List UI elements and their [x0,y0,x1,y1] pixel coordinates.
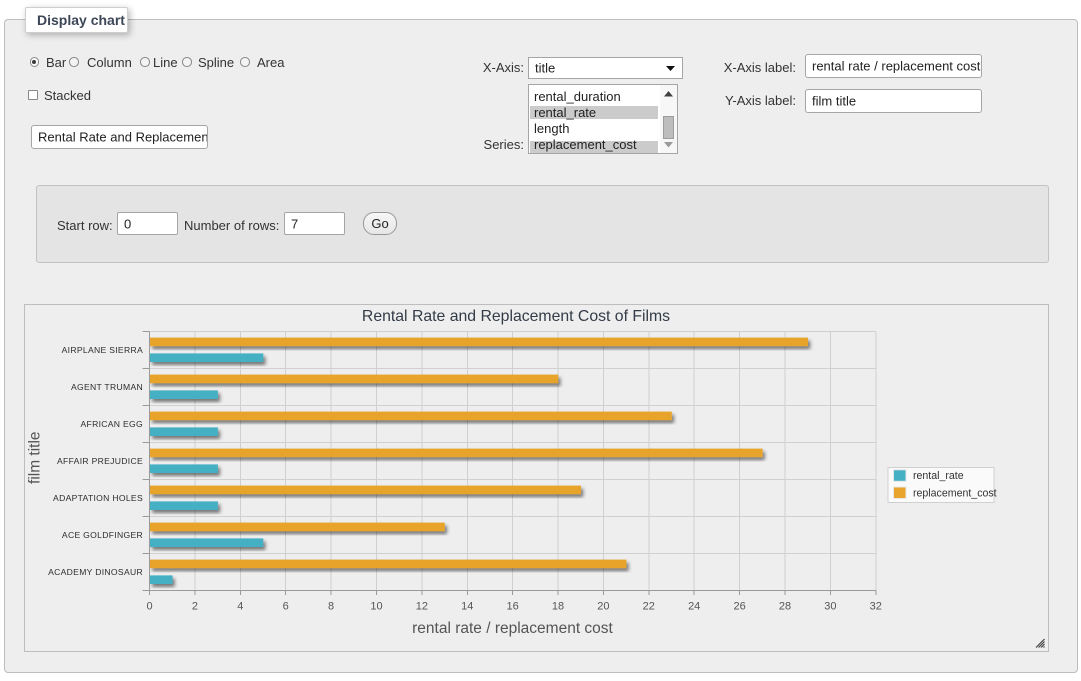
svg-text:ACADEMY DINOSAUR: ACADEMY DINOSAUR [48,567,143,577]
svg-text:AGENT TRUMAN: AGENT TRUMAN [71,382,143,392]
svg-text:ADAPTATION HOLES: ADAPTATION HOLES [53,493,143,503]
svg-text:AFFAIR PREJUDICE: AFFAIR PREJUDICE [57,456,143,466]
svg-text:ACE GOLDFINGER: ACE GOLDFINGER [62,530,143,540]
svg-text:rental rate / replacement cost: rental rate / replacement cost [412,620,613,637]
svg-text:12: 12 [416,600,428,612]
svg-text:AFRICAN EGG: AFRICAN EGG [80,419,143,429]
svg-text:18: 18 [552,600,564,612]
svg-text:32: 32 [870,600,882,612]
svg-text:rental_rate: rental_rate [913,470,964,482]
svg-text:8: 8 [328,600,334,612]
svg-text:2: 2 [192,600,198,612]
svg-text:30: 30 [824,600,836,612]
svg-text:4: 4 [237,600,243,612]
svg-text:10: 10 [370,600,382,612]
svg-text:26: 26 [733,600,745,612]
svg-text:replacement_cost: replacement_cost [913,487,997,499]
svg-text:14: 14 [461,600,473,612]
svg-text:film title: film title [27,431,44,484]
svg-text:AIRPLANE SIERRA: AIRPLANE SIERRA [62,345,143,355]
svg-text:20: 20 [597,600,609,612]
svg-text:6: 6 [283,600,289,612]
svg-text:22: 22 [643,600,655,612]
svg-text:Rental Rate and Replacement Co: Rental Rate and Replacement Cost of Film… [362,308,670,325]
svg-text:0: 0 [146,600,152,612]
svg-text:24: 24 [688,600,700,612]
svg-text:28: 28 [779,600,791,612]
svg-text:16: 16 [506,600,518,612]
